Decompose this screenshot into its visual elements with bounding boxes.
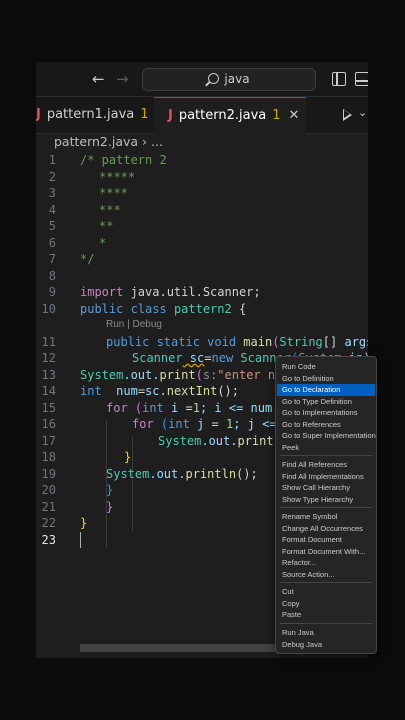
menu-item-refactor[interactable]: Refactor... [277, 557, 375, 569]
horizontal-scrollbar[interactable] [80, 644, 280, 652]
menu-separator [280, 455, 372, 456]
menu-item-go-to-declaration[interactable]: Go to Declaration [277, 384, 375, 396]
menu-item-go-to-definition[interactable]: Go to Definition [277, 373, 375, 385]
code-line: 10 public class pattern2 { [41, 301, 247, 316]
chevron-right-icon: › [142, 134, 148, 149]
menu-item-go-to-type-definition[interactable]: Go to Type Definition [277, 396, 375, 408]
search-icon [208, 73, 220, 84]
text-cursor [80, 531, 81, 548]
menu-item-run-java[interactable]: Run Java [277, 627, 375, 639]
search-text: java [224, 72, 250, 86]
menu-item-format-document[interactable]: Format Document [277, 534, 375, 546]
breadcrumb-more[interactable]: ... [151, 134, 163, 149]
menu-item-show-call-hierarchy[interactable]: Show Call Hierarchy [277, 482, 375, 494]
menu-item-go-to-references[interactable]: Go to References [277, 419, 375, 431]
code-line: 9 import java.util.Scanner; [48, 285, 261, 299]
menu-item-change-all-occurrences[interactable]: Change All Occurrences [277, 523, 375, 535]
context-menu: Run Code Go to Definition Go to Declarat… [275, 356, 377, 654]
chevron-down-icon[interactable]: ⌄ [358, 106, 367, 119]
breadcrumb-file[interactable]: pattern2.java [54, 134, 138, 149]
code-line: 1/* pattern 2 [48, 153, 167, 167]
code-line: 3 **** [48, 186, 128, 200]
title-bar: ← → java [36, 62, 368, 97]
java-file-icon: J [168, 108, 173, 123]
problem-count: 1 [272, 108, 281, 123]
arrow-right-icon[interactable]: → [116, 70, 129, 88]
codelens-run-debug[interactable]: Run | Debug [106, 317, 162, 333]
code-line: 6 * [48, 235, 107, 250]
breadcrumb: pattern2.java › ... [54, 132, 163, 152]
menu-item-run-code[interactable]: Run Code [277, 361, 375, 373]
code-line: 8 [48, 268, 56, 283]
menu-item-format-document-with[interactable]: Format Document With... [277, 546, 375, 558]
menu-item-go-to-super-implementation[interactable]: Go to Super Implementation [277, 430, 376, 442]
menu-separator [280, 582, 372, 583]
menu-item-cut[interactable]: Cut [277, 586, 375, 598]
arrow-left-icon[interactable]: ← [92, 70, 105, 88]
code-line: 11public static void main(String[] args)… [41, 334, 368, 349]
menu-item-peek[interactable]: Peek [277, 442, 375, 454]
menu-item-source-action[interactable]: Source Action... [277, 569, 375, 581]
menu-item-paste[interactable]: Paste [277, 609, 375, 621]
tab-label: pattern2.java [178, 108, 267, 123]
close-icon[interactable]: ✕ [289, 108, 300, 123]
problem-count: 1 [140, 107, 149, 122]
menu-item-rename-symbol[interactable]: Rename Symbol [277, 511, 375, 523]
menu-item-debug-java[interactable]: Debug Java [277, 639, 375, 651]
code-line: 4 *** [48, 202, 121, 217]
menu-item-go-to-implementations[interactable]: Go to Implementations [277, 407, 375, 419]
java-file-icon: J [36, 107, 41, 122]
tab-pattern1[interactable]: Jpattern1.java 1 [36, 97, 155, 133]
menu-item-find-all-references[interactable]: Find All References [277, 459, 375, 471]
menu-item-find-all-implementations[interactable]: Find All Implementations [277, 471, 375, 483]
tab-label: pattern1.java [46, 107, 135, 122]
code-line: 7 */ [48, 252, 95, 266]
command-center-search[interactable]: java [142, 68, 316, 91]
menu-separator [280, 623, 372, 624]
run-icon[interactable] [343, 109, 352, 121]
tab-bar: Jpattern1.java 1 Jpattern2.java 1 ✕ ⌄ [36, 97, 368, 134]
tab-pattern2[interactable]: Jpattern2.java 1 ✕ [154, 97, 306, 134]
menu-item-copy[interactable]: Copy [277, 598, 375, 610]
code-line: 5 ** [48, 219, 114, 233]
toggle-sidebar-icon[interactable] [332, 72, 346, 86]
menu-separator [280, 507, 372, 508]
code-line: 2 ***** [48, 169, 136, 184]
menu-item-show-type-hierarchy[interactable]: Show Type Hierarchy [277, 494, 375, 506]
toggle-panel-icon[interactable] [355, 72, 368, 86]
